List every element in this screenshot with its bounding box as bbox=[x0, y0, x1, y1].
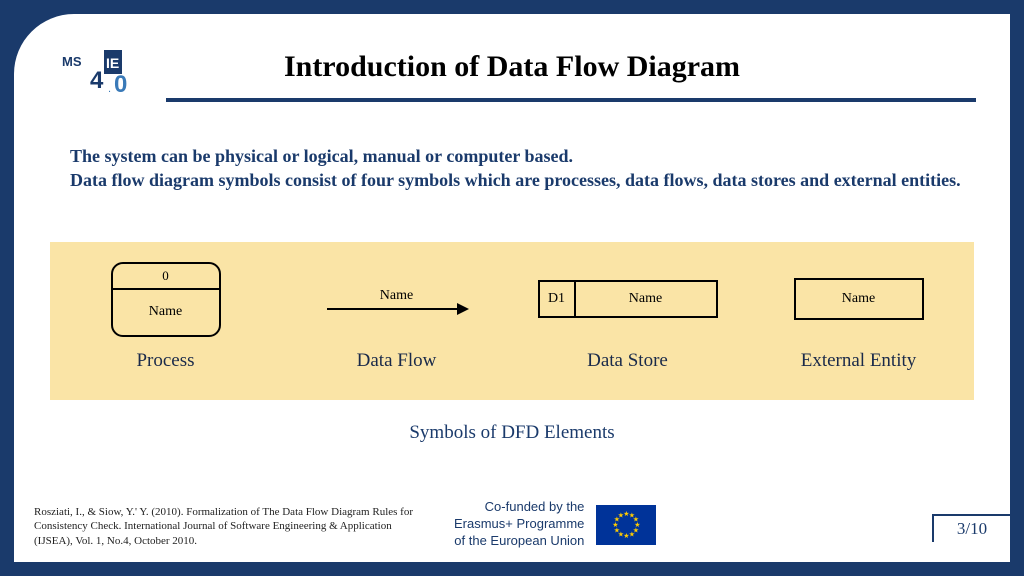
datastore-id: D1 bbox=[540, 282, 576, 316]
symbol-datastore: D1 Name Data Store bbox=[518, 254, 738, 372]
cofunded-line3: of the European Union bbox=[454, 533, 584, 548]
cofunded-block: Co-funded by the Erasmus+ Programme of t… bbox=[454, 499, 656, 550]
title-underline bbox=[166, 98, 976, 102]
symbol-process: 0 Name Process bbox=[56, 254, 276, 372]
eu-flag-icon: ★★★★★★★★★★★★ bbox=[596, 505, 656, 545]
svg-text:.: . bbox=[108, 83, 111, 95]
cofunded-line1: Co-funded by the bbox=[485, 499, 585, 514]
entity-name: Name bbox=[794, 278, 924, 320]
cofunded-line2: Erasmus+ Programme bbox=[454, 516, 584, 531]
citation-text: Rosziati, I., & Siow, Y.' Y. (2010). For… bbox=[34, 505, 414, 548]
process-name: Name bbox=[113, 290, 219, 335]
body-text: The system can be physical or logical, m… bbox=[70, 144, 970, 193]
arrow-icon bbox=[327, 308, 467, 310]
datastore-shape: D1 Name bbox=[538, 254, 718, 344]
process-shape: 0 Name bbox=[111, 254, 221, 344]
slide-title: Introduction of Data Flow Diagram bbox=[14, 50, 1010, 84]
body-line-1: The system can be physical or logical, m… bbox=[70, 146, 573, 166]
symbol-entity: Name External Entity bbox=[749, 254, 969, 372]
process-label: Process bbox=[136, 350, 194, 372]
symbol-dataflow: Name Data Flow bbox=[287, 254, 507, 372]
datastore-label: Data Store bbox=[587, 350, 668, 372]
symbols-container: 0 Name Process Name Data Flow D1 Name bbox=[50, 242, 974, 400]
dataflow-label: Data Flow bbox=[357, 350, 437, 372]
page-number: 3/10 bbox=[932, 514, 1010, 542]
dataflow-name: Name bbox=[380, 288, 413, 304]
cofunded-text: Co-funded by the Erasmus+ Programme of t… bbox=[454, 499, 584, 550]
figure-caption: Symbols of DFD Elements bbox=[14, 422, 1010, 444]
datastore-name: Name bbox=[576, 282, 716, 316]
slide-frame: MS IE 4 . 0 Introduction of Data Flow Di… bbox=[14, 14, 1010, 562]
entity-label: External Entity bbox=[801, 350, 917, 372]
entity-shape: Name bbox=[794, 254, 924, 344]
dataflow-shape: Name bbox=[327, 254, 467, 344]
process-id: 0 bbox=[113, 264, 219, 290]
body-line-2: Data flow diagram symbols consist of fou… bbox=[70, 170, 961, 190]
